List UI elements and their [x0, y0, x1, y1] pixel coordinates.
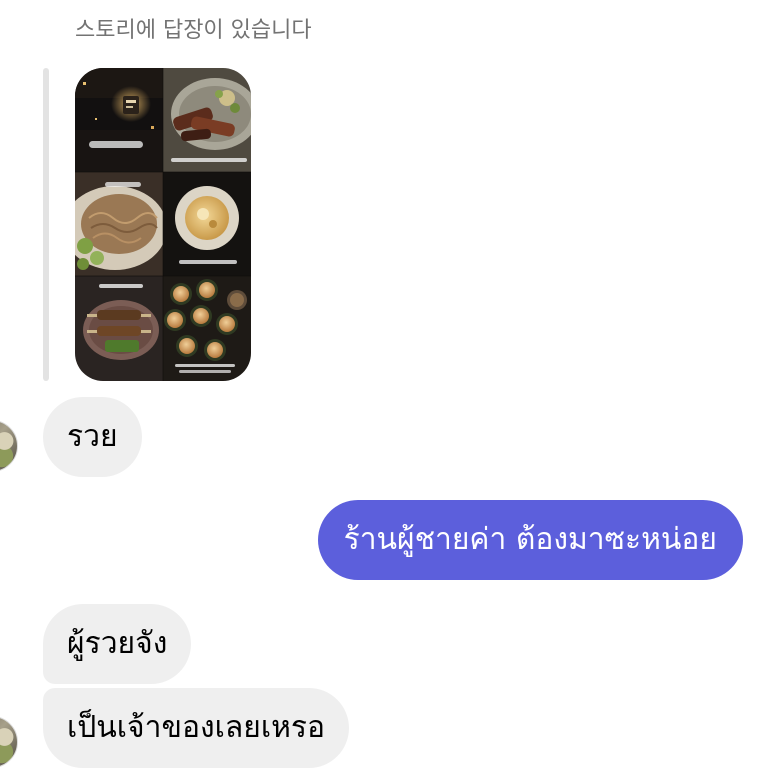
reply-indicator-bar [43, 68, 49, 381]
sender-avatar[interactable] [0, 716, 18, 768]
message-text: รวย [67, 419, 118, 454]
story-thumbnail[interactable] [75, 68, 251, 381]
story-reply-notice: 스토리에 답장이 있습니다 [75, 18, 312, 43]
received-message-bubble[interactable]: ผู้รวยจัง [43, 604, 192, 684]
message-text: ผู้รวยจัง [67, 626, 168, 661]
photo-plated-dish [163, 172, 251, 276]
photo-skewers [75, 276, 163, 381]
sender-avatar[interactable] [0, 420, 18, 472]
received-message-bubble[interactable]: รวย [43, 397, 142, 477]
photo-fried-noodles [75, 172, 167, 276]
sent-message-bubble[interactable]: ร้านผู้ชายค่า ต้องมาซะหน่อย [317, 500, 743, 580]
message-text: ร้านผู้ชายค่า ต้องมาซะหน่อย [343, 522, 717, 557]
photo-grilled-meat [163, 68, 251, 172]
photo-restaurant-interior [75, 68, 163, 172]
story-food-collage-image [75, 68, 251, 381]
received-message-bubble[interactable]: เป็นเจ้าของเลยเหรอ [43, 688, 350, 768]
photo-rice-cakes [163, 276, 251, 381]
message-text: เป็นเจ้าของเลยเหรอ [67, 710, 326, 745]
